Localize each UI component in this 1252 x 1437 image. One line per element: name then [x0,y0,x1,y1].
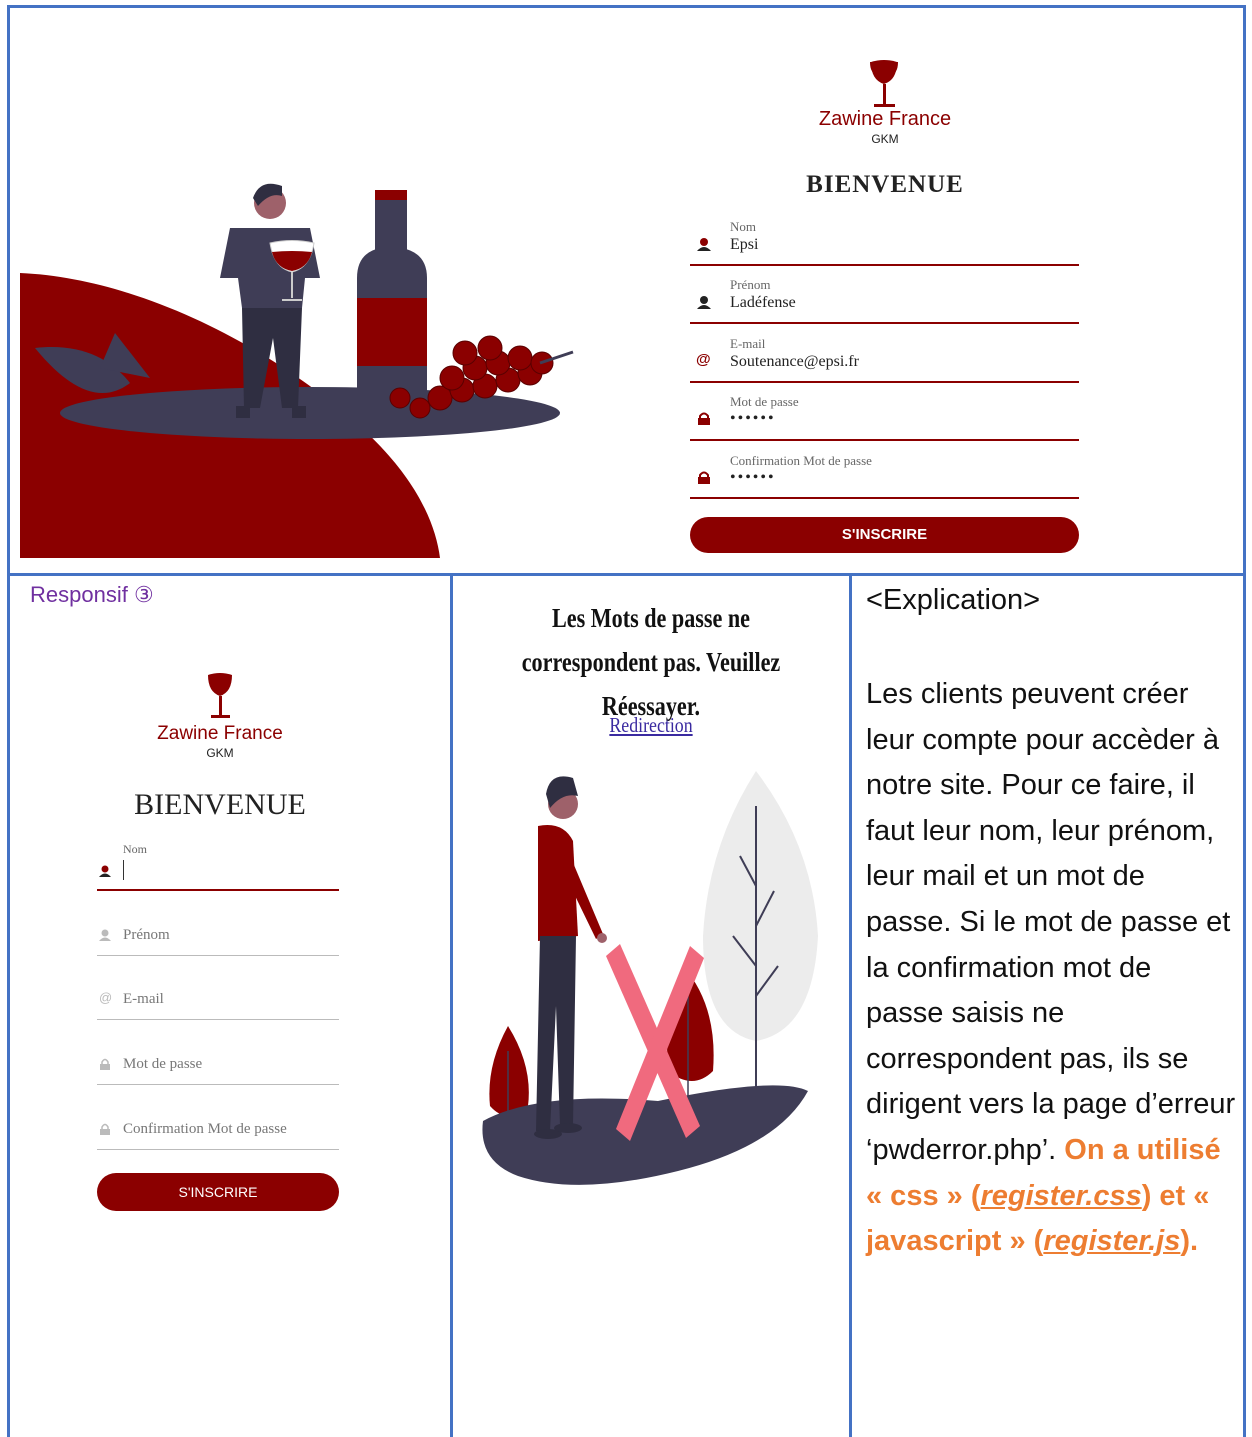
register-button[interactable]: S'INSCRIRE [690,517,1079,553]
field-label: Prénom [730,277,771,292]
lock-icon [698,412,710,425]
brand-sub: GKM [206,746,234,760]
at-icon: @ [99,990,113,1005]
redirection-link[interactable]: Redirection [568,713,735,738]
field-underline [97,1084,339,1085]
at-icon: @ [696,351,711,368]
field-underline [97,955,339,956]
lock-icon [100,1058,110,1070]
responsive-cell: Responsif ③ Zawine France GKM BIENVENUE … [7,573,453,1437]
field-placeholder: Confirmation Mot de passe [123,1121,287,1137]
field-value: Epsi [730,236,759,253]
error-message: Les Mots de passe ne correspondent pas. … [521,603,781,721]
field-underline [690,439,1079,441]
field-placeholder: Prénom [123,927,170,943]
field-underline [690,264,1079,266]
text-cursor [123,860,124,880]
page-title: BIENVENUE [806,171,964,198]
field-placeholder: Mot de passe [123,1056,203,1072]
desktop-screenshot-cell: Zawine France GKM BIENVENUE Nom Epsi Pré… [7,5,1246,576]
field-underline [97,1149,339,1150]
wine-glass-logo-icon [870,60,898,107]
field-value: Ladéfense [730,294,796,311]
brand-sub: GKM [871,132,899,146]
lock-icon [698,471,710,484]
register-button[interactable]: S'INSCRIRE [97,1173,339,1211]
wine-glass-logo-icon [208,673,232,718]
field-value: Soutenance@epsi.fr [730,353,859,370]
lock-icon [100,1123,110,1135]
explanation-highlight-3: ). [1180,1225,1199,1258]
error-page-cell: Les Mots de passe ne correspondent pas. … [450,573,852,1437]
page-title: BIENVENUE [134,788,306,821]
field-label: Nom [730,219,756,234]
css-file-link[interactable]: register.css [980,1180,1141,1212]
field-label: Confirmation Mot de passe [730,453,872,468]
brand-name: Zawine France [157,723,283,744]
explanation-body: Les clients peuvent créer leur compte po… [866,678,1236,1166]
field-underline [690,322,1079,324]
responsive-caption: Responsif ③ [30,582,154,607]
js-file-link[interactable]: register.js [1043,1225,1180,1257]
user-icon [697,296,711,309]
user-icon [99,929,111,941]
field-underline [97,1019,339,1020]
field-value: •••••• [730,469,776,486]
field-underline [97,889,339,891]
field-placeholder: E-mail [123,991,164,1007]
field-value: •••••• [730,410,776,427]
brand-name: Zawine France [818,108,952,130]
field-underline [690,497,1079,499]
user-icon [99,865,111,877]
field-label: Nom [123,842,147,856]
wine-illustration [20,183,574,558]
field-label: Mot de passe [730,394,799,409]
explanation-title: <Explication> [866,584,1041,616]
explanation-text: Les clients peuvent créer leur compte po… [866,672,1236,1265]
explanation-cell: <Explication> Les clients peuvent créer … [849,573,1246,1437]
field-label: E-mail [730,336,766,351]
error-illustration [482,771,818,1185]
field-underline [690,381,1079,383]
user-icon [697,238,711,251]
